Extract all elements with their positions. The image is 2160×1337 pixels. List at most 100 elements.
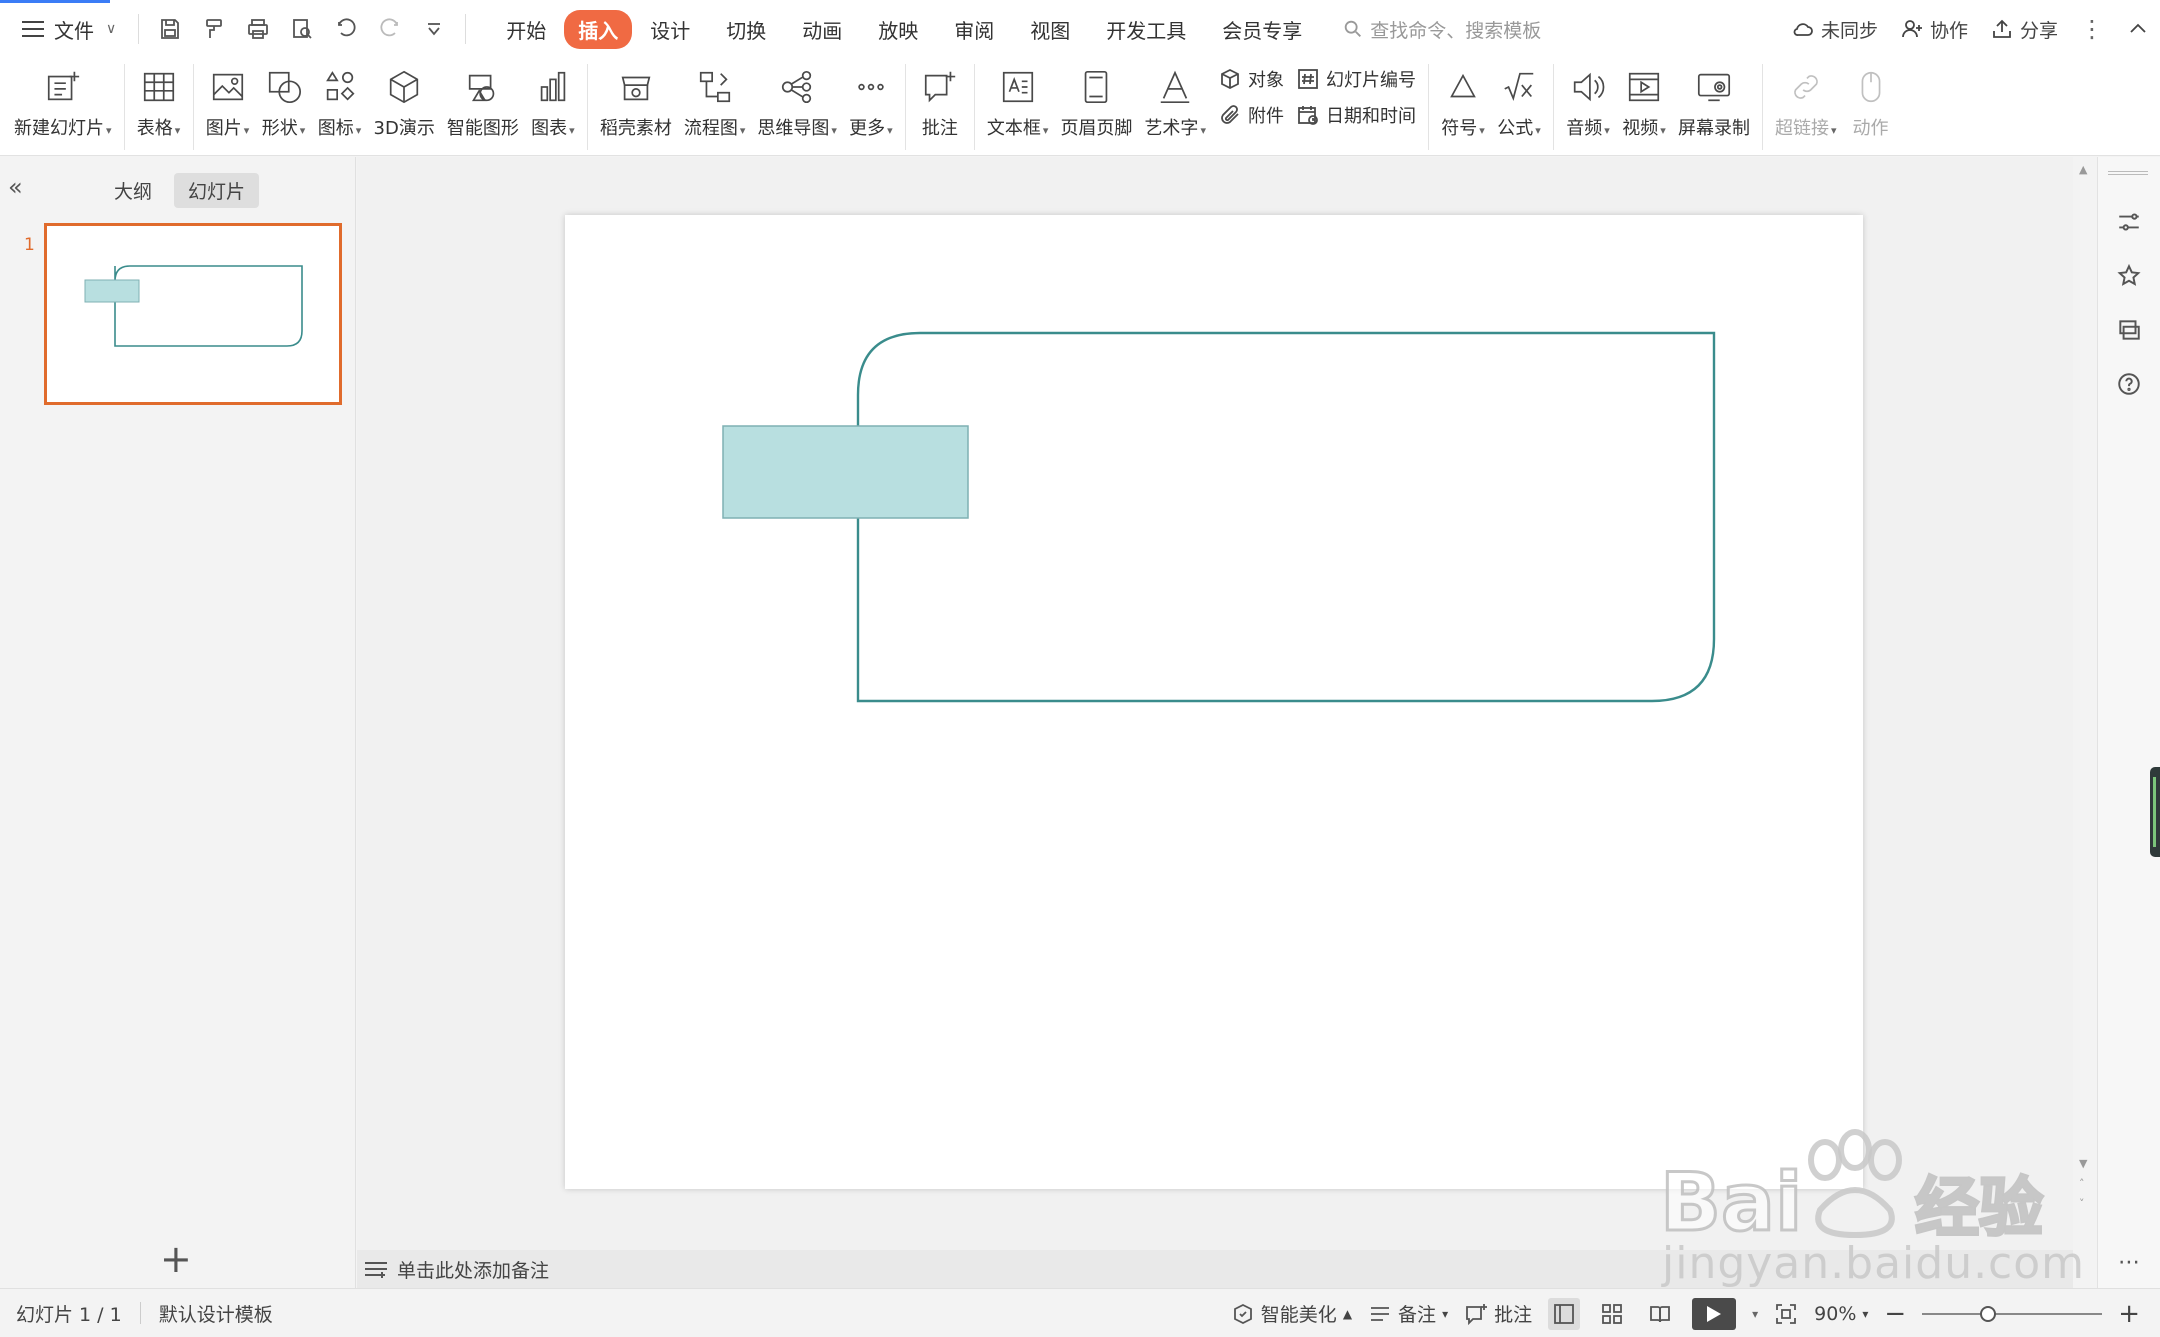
shape-button[interactable]: 形状 ▾ bbox=[256, 58, 312, 140]
tab-home[interactable]: 开始 bbox=[488, 9, 564, 50]
notes-icon bbox=[1371, 1306, 1390, 1321]
textbox-button[interactable]: 文本框 ▾ bbox=[981, 58, 1055, 140]
next-slide-arrow[interactable]: ˅ bbox=[2079, 1197, 2085, 1210]
file-menu[interactable]: 文件 ∨ bbox=[0, 0, 130, 58]
side-widget-tab[interactable] bbox=[2150, 767, 2160, 857]
play-options-dropdown[interactable]: ▾ bbox=[1752, 1307, 1758, 1321]
collapse-ribbon-button[interactable] bbox=[2126, 17, 2150, 41]
slide-transition-icon[interactable] bbox=[2114, 315, 2144, 345]
docer-material-button[interactable]: 稻壳素材 bbox=[594, 58, 678, 140]
status-bar: 幻灯片 1 / 1 默认设计模板 智能美化 ▲ 备注 ▾ 批注 ▾ 90% ▾ bbox=[0, 1288, 2160, 1337]
sync-button[interactable]: 未同步 bbox=[1791, 16, 1878, 43]
slide-1[interactable] bbox=[565, 215, 1863, 1189]
play-slideshow-button[interactable] bbox=[1692, 1297, 1737, 1330]
print-icon[interactable] bbox=[245, 16, 271, 42]
flowchart-button[interactable]: 流程图 ▾ bbox=[678, 58, 752, 140]
slide-panel: « 大纲 幻灯片 1 + bbox=[0, 157, 356, 1288]
format-painter-icon[interactable] bbox=[201, 16, 227, 42]
tab-slides[interactable]: 幻灯片 bbox=[174, 173, 260, 208]
object-button[interactable]: 对象 bbox=[1218, 66, 1284, 92]
wordart-button[interactable]: 艺术字 ▾ bbox=[1138, 58, 1212, 140]
animation-star-icon[interactable] bbox=[2114, 261, 2144, 291]
zoom-out-button[interactable]: − bbox=[1884, 1301, 1906, 1327]
symbol-label: 符号 bbox=[1441, 118, 1478, 139]
zoom-slider[interactable] bbox=[1922, 1304, 2103, 1324]
mindmap-button[interactable]: 思维导图 ▾ bbox=[751, 58, 843, 140]
slide-number-button[interactable]: 幻灯片编号 bbox=[1296, 66, 1416, 92]
zoom-level-dropdown[interactable]: 90% ▾ bbox=[1814, 1303, 1868, 1325]
zoom-slider-thumb[interactable] bbox=[1979, 1305, 1996, 1322]
table-button[interactable]: 表格 ▾ bbox=[131, 58, 187, 140]
scroll-down-arrow[interactable]: ▼ bbox=[2079, 1157, 2087, 1170]
smart-beautify-button[interactable]: 智能美化 ▲ bbox=[1231, 1300, 1352, 1327]
collapse-panel-icon[interactable]: « bbox=[8, 173, 23, 201]
reading-view-button[interactable] bbox=[1644, 1298, 1676, 1330]
slide-thumbnail[interactable] bbox=[44, 223, 342, 405]
video-button[interactable]: 视频 ▾ bbox=[1616, 58, 1672, 140]
paperclip-icon bbox=[1221, 105, 1239, 124]
tab-slideshow[interactable]: 放映 bbox=[860, 9, 936, 50]
wordart-icon bbox=[1160, 70, 1190, 104]
tab-view[interactable]: 视图 bbox=[1012, 9, 1088, 50]
chevron-down-icon: ▾ bbox=[1442, 1306, 1449, 1321]
tab-member[interactable]: 会员专享 bbox=[1204, 9, 1320, 50]
scroll-up-arrow[interactable]: ▲ bbox=[2079, 163, 2087, 176]
help-icon[interactable] bbox=[2114, 369, 2144, 399]
cloud-icon bbox=[1793, 23, 1813, 36]
add-slide-button[interactable]: + bbox=[160, 1237, 192, 1281]
tab-design[interactable]: 设计 bbox=[632, 9, 708, 50]
prev-slide-arrow[interactable]: ˄ bbox=[2079, 1177, 2085, 1190]
redo-icon[interactable] bbox=[377, 16, 403, 42]
command-search[interactable]: 查找命令、搜索模板 bbox=[1342, 16, 1541, 43]
icon-library-button[interactable]: 图标 ▾ bbox=[312, 58, 368, 140]
tab-developer[interactable]: 开发工具 bbox=[1088, 9, 1204, 50]
picture-button[interactable]: 图片 ▾ bbox=[200, 58, 256, 140]
comments-toggle-button[interactable]: 批注 bbox=[1464, 1300, 1532, 1327]
attachment-button[interactable]: 附件 bbox=[1218, 102, 1284, 128]
symbol-button[interactable]: 符号 ▾ bbox=[1435, 58, 1491, 140]
chevron-up-icon: ▲ bbox=[1342, 1306, 1353, 1321]
vertical-scrollbar[interactable]: ▲ ▼ ˄ ˅ bbox=[2073, 157, 2097, 1288]
sorter-view-button[interactable] bbox=[1596, 1298, 1628, 1330]
comment-button[interactable]: 批注 bbox=[912, 58, 968, 140]
fit-window-button[interactable] bbox=[1774, 1302, 1798, 1326]
rounded-frame-shape bbox=[856, 331, 1716, 703]
share-label: 分享 bbox=[2019, 19, 2058, 42]
tab-transitions[interactable]: 切换 bbox=[708, 9, 784, 50]
properties-icon[interactable] bbox=[2114, 207, 2144, 237]
collaborate-button[interactable]: 协作 bbox=[1900, 16, 1968, 43]
sync-label: 未同步 bbox=[1820, 19, 1878, 42]
more-dots-icon[interactable]: ⋯ bbox=[2114, 1247, 2144, 1277]
normal-view-button[interactable] bbox=[1548, 1297, 1581, 1330]
print-preview-icon[interactable] bbox=[289, 16, 315, 42]
more-options-button[interactable]: ⋮ bbox=[2080, 15, 2104, 43]
hyperlink-button[interactable]: 超链接 ▾ bbox=[1769, 58, 1843, 140]
divider bbox=[973, 64, 975, 150]
action-button[interactable]: 动作 bbox=[1843, 58, 1899, 140]
zoom-in-button[interactable]: + bbox=[2118, 1301, 2140, 1327]
tab-review[interactable]: 审阅 bbox=[936, 9, 1012, 50]
slide-number-label: 幻灯片编号 bbox=[1325, 70, 1416, 91]
tab-outline[interactable]: 大纲 bbox=[100, 173, 166, 208]
notes-toggle-button[interactable]: 备注 ▾ bbox=[1368, 1300, 1448, 1327]
tab-animation[interactable]: 动画 bbox=[784, 9, 860, 50]
new-slide-icon bbox=[47, 71, 79, 101]
save-icon[interactable] bbox=[157, 16, 183, 42]
design-template[interactable]: 默认设计模板 bbox=[159, 1300, 273, 1327]
formula-button[interactable]: 公式 ▾ bbox=[1491, 58, 1547, 140]
divider bbox=[586, 64, 588, 150]
screen-record-button[interactable]: 屏幕录制 bbox=[1672, 58, 1756, 140]
smart-graphic-button[interactable]: 智能图形 bbox=[441, 58, 525, 140]
undo-icon[interactable] bbox=[333, 16, 359, 42]
tab-insert[interactable]: 插入 bbox=[564, 9, 633, 49]
new-slide-button[interactable]: 新建幻灯片 ▾ bbox=[8, 58, 118, 140]
share-button[interactable]: 分享 bbox=[1990, 16, 2058, 43]
header-footer-button[interactable]: 页眉页脚 bbox=[1054, 58, 1138, 140]
more-button[interactable]: 更多 ▾ bbox=[843, 58, 899, 140]
date-time-button[interactable]: 日期和时间 bbox=[1296, 102, 1416, 128]
chart-button[interactable]: 图表 ▾ bbox=[525, 58, 581, 140]
3d-demo-button[interactable]: 3D演示 bbox=[368, 58, 441, 140]
customize-toolbar-icon[interactable] bbox=[421, 16, 447, 42]
zoom-slider-track bbox=[1922, 1312, 2103, 1315]
audio-button[interactable]: 音频 ▾ bbox=[1560, 58, 1616, 140]
